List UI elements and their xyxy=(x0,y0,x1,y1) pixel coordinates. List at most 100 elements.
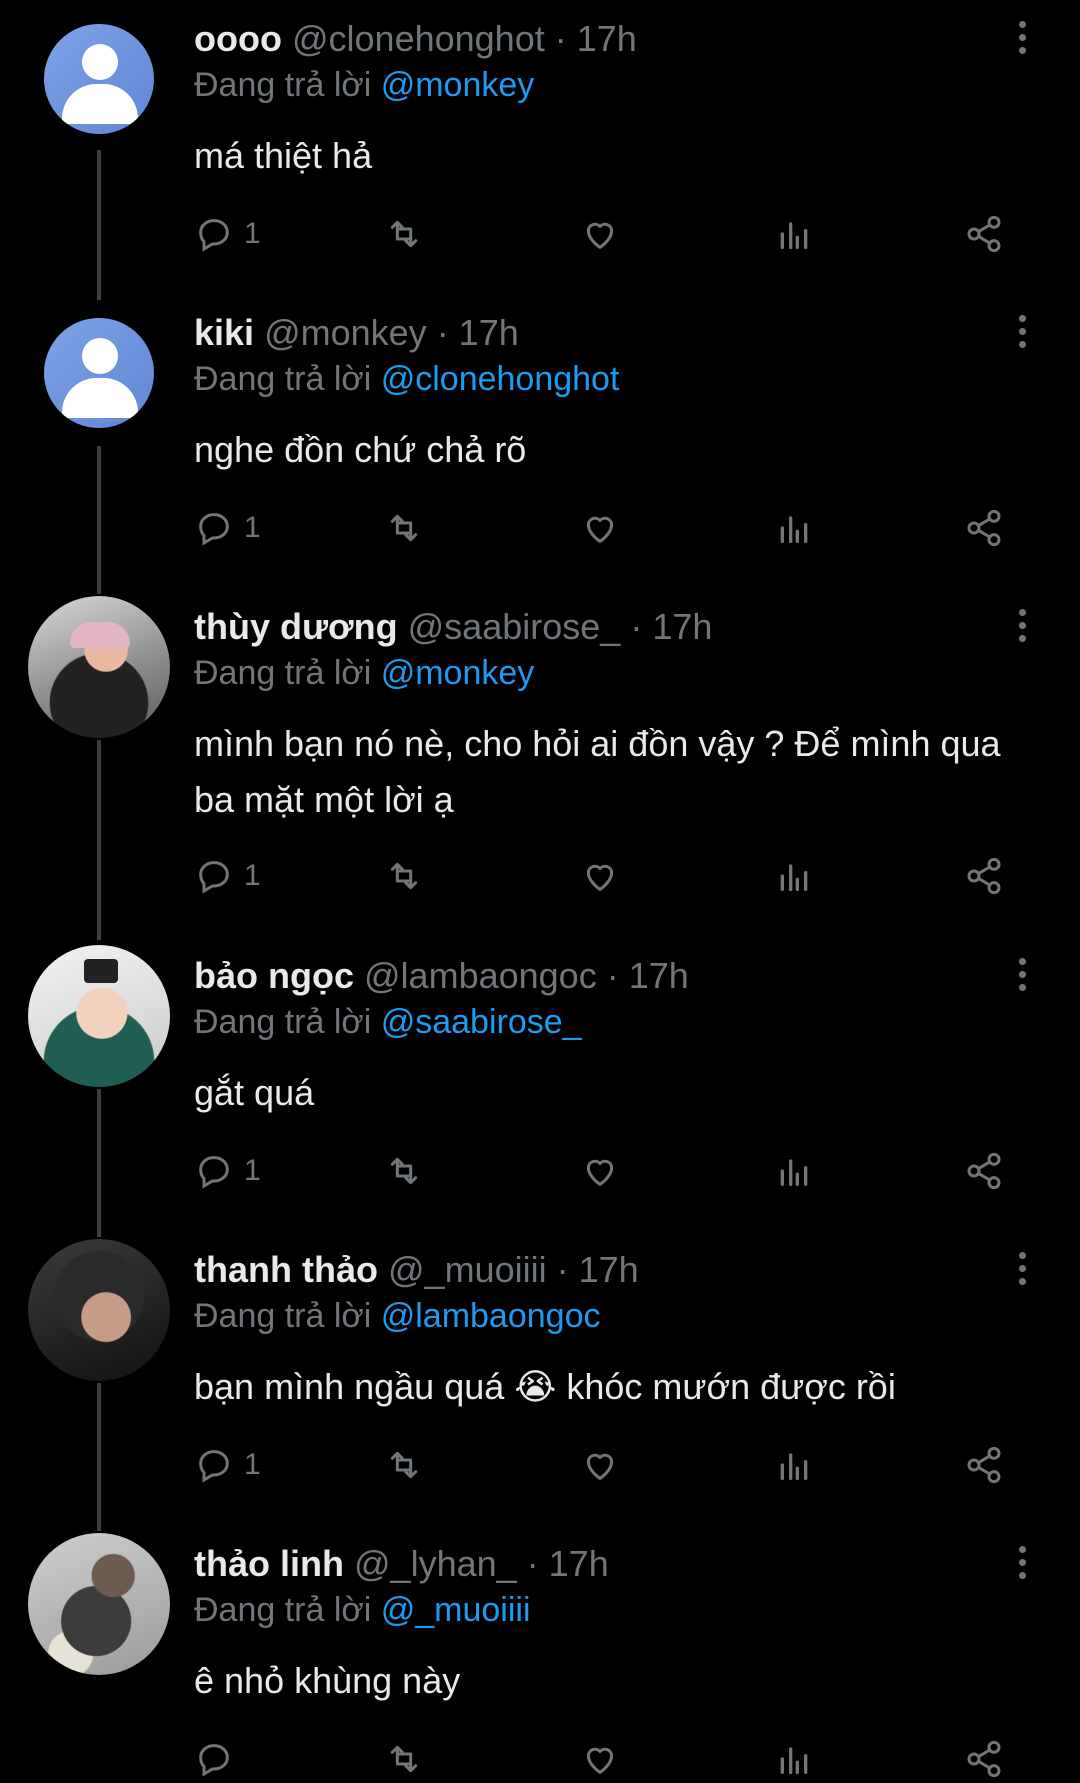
more-options-icon[interactable] xyxy=(1012,1543,1032,1583)
more-options-icon[interactable] xyxy=(1012,1249,1032,1289)
more-options-icon[interactable] xyxy=(1012,18,1032,58)
reply-button[interactable]: 1 xyxy=(194,1441,261,1489)
handle[interactable]: @monkey xyxy=(264,312,427,353)
timestamp[interactable]: · 17h xyxy=(557,1249,639,1290)
action-bar: 1 xyxy=(194,504,1014,552)
share-button[interactable] xyxy=(964,1147,1004,1195)
reply-button[interactable]: 1 xyxy=(194,852,261,900)
reply-button[interactable]: 1 xyxy=(194,210,261,258)
avatar[interactable] xyxy=(44,24,154,134)
views-button[interactable] xyxy=(774,504,814,552)
more-options-icon[interactable] xyxy=(1012,606,1032,646)
repost-icon xyxy=(390,1745,418,1773)
share-icon xyxy=(967,215,1001,253)
post-text: gắt quá xyxy=(194,1072,315,1113)
heart-icon xyxy=(586,864,614,891)
mention-link[interactable]: @clonehonghot xyxy=(381,360,620,398)
display-name[interactable]: thảo linh xyxy=(194,1543,344,1584)
reply-button[interactable]: 1 xyxy=(194,504,261,552)
like-button[interactable] xyxy=(580,210,620,258)
repost-button[interactable] xyxy=(384,504,424,552)
mention-link[interactable]: @monkey xyxy=(381,66,535,104)
repost-button[interactable] xyxy=(384,1441,424,1489)
share-button[interactable] xyxy=(964,852,1004,900)
reply-prefix: Đang trả lời xyxy=(194,360,372,398)
like-button[interactable] xyxy=(580,1735,620,1783)
like-button[interactable] xyxy=(580,504,620,552)
timestamp[interactable]: · 17h xyxy=(527,1543,609,1584)
reply-icon xyxy=(199,861,229,894)
timestamp[interactable]: · 17h xyxy=(555,18,637,59)
avatar[interactable] xyxy=(28,1239,170,1381)
post-header: bảo ngọc @lambaongoc · 17h xyxy=(194,955,689,997)
handle[interactable]: @saabirose_ xyxy=(408,606,621,647)
more-options-icon[interactable] xyxy=(1012,312,1032,352)
reply-count: 1 xyxy=(244,1154,261,1187)
mention-link[interactable]: @saabirose_ xyxy=(381,1003,582,1041)
action-bar: 1 xyxy=(194,852,1014,900)
reply-context: Đang trả lời @monkey xyxy=(194,652,534,694)
share-button[interactable] xyxy=(964,1735,1004,1783)
post-text: mình bạn nó nè, cho hỏi ai đồn vậy ? Để … xyxy=(194,723,1001,820)
display-name[interactable]: thùy dương xyxy=(194,606,398,647)
views-button[interactable] xyxy=(774,1441,814,1489)
mention-link[interactable]: @_muoiiii xyxy=(381,1591,531,1629)
post-header: oooo @clonehonghot · 17h xyxy=(194,18,637,60)
reply-prefix: Đang trả lời xyxy=(194,654,372,692)
reply-button[interactable]: 1 xyxy=(194,1147,261,1195)
handle[interactable]: @clonehonghot xyxy=(292,18,545,59)
views-button[interactable] xyxy=(774,1735,814,1783)
share-button[interactable] xyxy=(964,210,1004,258)
like-button[interactable] xyxy=(580,1147,620,1195)
handle[interactable]: @lambaongoc xyxy=(364,955,597,996)
views-button[interactable] xyxy=(774,210,814,258)
views-icon xyxy=(780,222,808,249)
reply-context: Đang trả lời @monkey xyxy=(194,64,534,106)
repost-button[interactable] xyxy=(384,1147,424,1195)
share-icon xyxy=(967,857,1001,895)
mention-link[interactable]: @lambaongoc xyxy=(381,1297,601,1335)
repost-icon xyxy=(390,514,418,542)
reply-icon xyxy=(199,1156,229,1189)
reply-prefix: Đang trả lời xyxy=(194,1591,372,1629)
reply-button[interactable] xyxy=(194,1735,244,1783)
share-icon xyxy=(967,1740,1001,1778)
post-text: ê nhỏ khùng này xyxy=(194,1660,461,1701)
heart-icon xyxy=(586,1453,614,1480)
repost-button[interactable] xyxy=(384,210,424,258)
display-name[interactable]: bảo ngọc xyxy=(194,955,354,996)
repost-button[interactable] xyxy=(384,852,424,900)
handle[interactable]: @_lyhan_ xyxy=(354,1543,517,1584)
share-button[interactable] xyxy=(964,1441,1004,1489)
avatar[interactable] xyxy=(28,945,170,1087)
like-button[interactable] xyxy=(580,1441,620,1489)
post-text: nghe đồn chứ chả rõ xyxy=(194,429,527,470)
display-name[interactable]: kiki xyxy=(194,312,254,353)
avatar[interactable] xyxy=(44,318,154,428)
share-icon xyxy=(967,1152,1001,1190)
avatar[interactable] xyxy=(28,1533,170,1675)
views-icon xyxy=(780,516,808,543)
reply-context: Đang trả lời @_muoiiii xyxy=(194,1589,531,1631)
repost-button[interactable] xyxy=(384,1735,424,1783)
more-options-icon[interactable] xyxy=(1012,955,1032,995)
like-button[interactable] xyxy=(580,852,620,900)
post-text: má thiệt hả xyxy=(194,135,373,176)
share-button[interactable] xyxy=(964,504,1004,552)
share-icon xyxy=(967,509,1001,547)
views-button[interactable] xyxy=(774,1147,814,1195)
timestamp[interactable]: · 17h xyxy=(630,606,712,647)
timestamp[interactable]: · 17h xyxy=(607,955,689,996)
repost-icon xyxy=(390,220,418,248)
views-button[interactable] xyxy=(774,852,814,900)
handle[interactable]: @_muoiiii xyxy=(388,1249,547,1290)
mention-link[interactable]: @monkey xyxy=(381,654,535,692)
timestamp[interactable]: · 17h xyxy=(437,312,519,353)
display-name[interactable]: oooo xyxy=(194,18,282,59)
avatar[interactable] xyxy=(28,596,170,738)
heart-icon xyxy=(586,516,614,543)
reply-prefix: Đang trả lời xyxy=(194,1297,372,1335)
display-name[interactable]: thanh thảo xyxy=(194,1249,378,1290)
heart-icon xyxy=(586,222,614,249)
post-header: kiki @monkey · 17h xyxy=(194,312,519,354)
